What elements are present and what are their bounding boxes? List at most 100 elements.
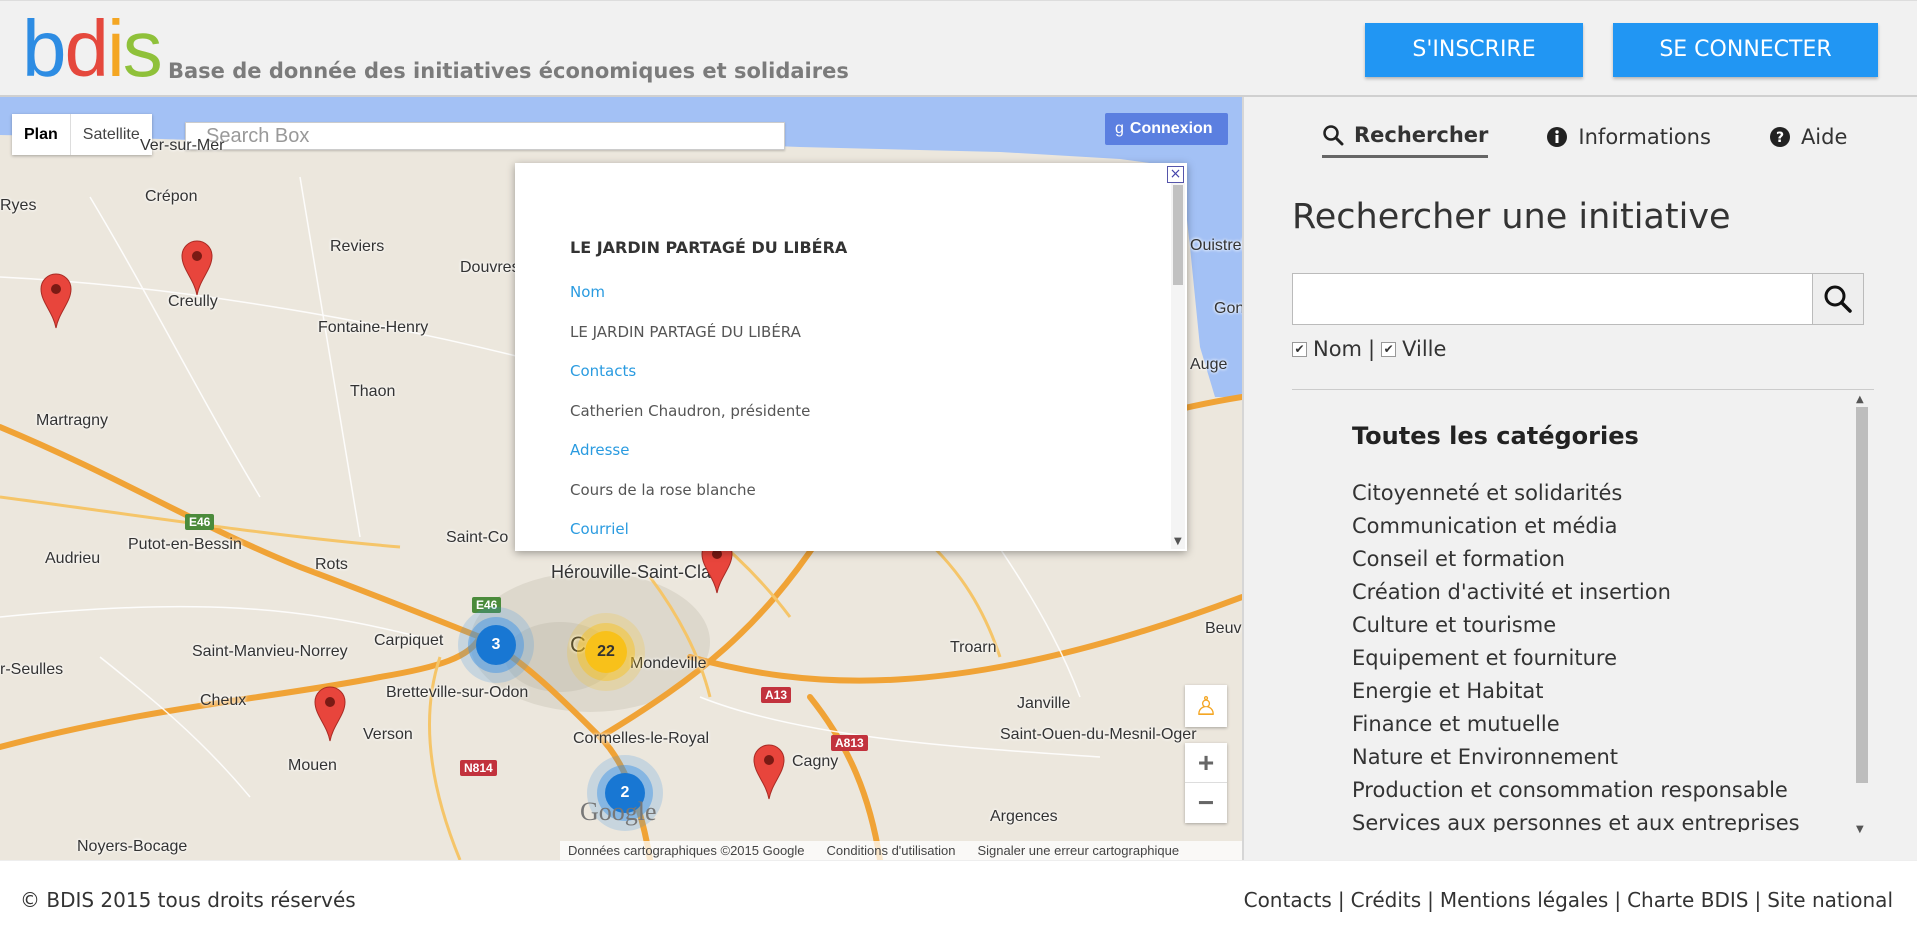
- scroll-thumb[interactable]: [1173, 185, 1183, 285]
- footer-links: Contacts | Crédits | Mentions légales | …: [1244, 888, 1893, 912]
- footer-separator: |: [1337, 888, 1345, 912]
- logo-letter: d: [64, 4, 109, 93]
- category-item[interactable]: Production et consommation responsable: [1352, 774, 1842, 807]
- category-item[interactable]: Création d'activité et insertion: [1352, 576, 1842, 609]
- map-place-label: Argences: [990, 808, 1058, 825]
- map-terms-link[interactable]: Conditions d'utilisation: [827, 841, 956, 860]
- marker-cluster[interactable]: 3: [476, 625, 516, 665]
- google-logo: Google: [580, 797, 657, 826]
- bdis-logo[interactable]: bdis: [22, 9, 163, 89]
- footer-separator: |: [1614, 888, 1622, 912]
- scroll-thumb[interactable]: [1856, 407, 1868, 783]
- tab-informations[interactable]: Informations: [1546, 123, 1711, 158]
- field-label: Nom: [570, 283, 606, 301]
- map-place-label: Audrieu: [45, 550, 101, 567]
- filter-separator: |: [1368, 337, 1376, 361]
- scroll-up-icon[interactable]: ▲: [1856, 394, 1864, 405]
- tab-label: Informations: [1578, 124, 1711, 149]
- map-place-label: Martragny: [36, 412, 109, 429]
- tab-aide[interactable]: ? Aide: [1769, 123, 1847, 158]
- category-list-title[interactable]: Toutes les catégories: [1352, 422, 1842, 450]
- header: bdis Base de donnée des initiatives écon…: [0, 0, 1917, 97]
- category-item[interactable]: Communication et média: [1352, 510, 1842, 543]
- field-value: Cours de la rose blanche: [570, 481, 756, 499]
- checkbox-ville[interactable]: ✔: [1381, 341, 1397, 357]
- map-place-label: Putot-en-Bessin: [128, 536, 242, 553]
- map-marker-icon[interactable]: [180, 239, 214, 297]
- scroll-down-icon[interactable]: ▼: [1174, 536, 1182, 547]
- close-icon[interactable]: ×: [1167, 166, 1184, 183]
- tab-label: Aide: [1800, 124, 1848, 149]
- logo-letter: s: [122, 4, 163, 93]
- tab-rechercher[interactable]: Rechercher: [1322, 123, 1489, 158]
- footer-link-site-national[interactable]: Site national: [1767, 888, 1893, 912]
- footer-link-contacts[interactable]: Contacts: [1244, 888, 1332, 912]
- map-type-plan[interactable]: Plan: [12, 114, 71, 155]
- logo-letter: i: [107, 4, 125, 93]
- login-button[interactable]: SE CONNECTER: [1613, 23, 1878, 77]
- map-place-label: Douvres: [460, 259, 520, 276]
- category-item[interactable]: Services aux personnes et aux entreprise…: [1352, 807, 1842, 832]
- footer: © BDIS 2015 tous droits réservés Contact…: [0, 860, 1917, 938]
- category-item[interactable]: Energie et Habitat: [1352, 675, 1842, 708]
- map-place-label: Ouistreham: [1190, 237, 1242, 254]
- category-item[interactable]: Culture et tourisme: [1352, 609, 1842, 642]
- category-item[interactable]: Conseil et formation: [1352, 543, 1842, 576]
- search-panel: Rechercher Informations ? Aide Recherche…: [1242, 97, 1917, 860]
- footer-link-credits[interactable]: Crédits: [1351, 888, 1422, 912]
- map-place-label: Cheux: [200, 692, 247, 709]
- map-place-label: Saint-Manvieu-Norrey: [192, 643, 348, 660]
- field-value: Catherien Chaudron, présidente: [570, 402, 811, 420]
- map-place-label: Mondeville: [630, 655, 707, 672]
- map-marker-icon[interactable]: [39, 272, 73, 330]
- field-value: LE JARDIN PARTAGÉ DU LIBÉRA: [570, 323, 801, 341]
- category-item[interactable]: Equipement et fourniture: [1352, 642, 1842, 675]
- popup-scrollbar[interactable]: ▼: [1171, 183, 1185, 549]
- map-place-label: Gon: [1214, 300, 1242, 317]
- map-place-label: Rots: [315, 556, 348, 573]
- map-search-box[interactable]: Search Box: [185, 122, 785, 150]
- category-item[interactable]: Nature et Environnement: [1352, 741, 1842, 774]
- map-place-label: Carpiquet: [374, 632, 444, 649]
- google-connexion-button[interactable]: g Connexion: [1105, 113, 1228, 145]
- zoom-control: + −: [1185, 743, 1227, 823]
- popup-content: LE JARDIN PARTAGÉ DU LIBÉRA Nom LE JARDI…: [570, 238, 847, 560]
- search-icon: [1323, 125, 1344, 146]
- map-place-label: Troarn: [950, 639, 997, 656]
- signup-button[interactable]: S'INSCRIRE: [1365, 23, 1583, 77]
- scroll-down-icon[interactable]: ▼: [1856, 824, 1864, 835]
- search-submit-button[interactable]: [1812, 273, 1864, 325]
- map-attribution: Données cartographiques ©2015 Google Con…: [560, 841, 1242, 860]
- field-label: Contacts: [570, 362, 637, 380]
- road-shield: A13: [761, 687, 792, 703]
- map-report-link[interactable]: Signaler une erreur cartographique: [977, 841, 1179, 860]
- zoom-in-button[interactable]: +: [1185, 743, 1227, 783]
- search-filters: ✔ Nom | ✔ Ville: [1292, 337, 1446, 361]
- checkbox-nom[interactable]: ✔: [1292, 341, 1307, 357]
- google-g-icon: g: [1115, 120, 1124, 137]
- help-icon: ?: [1769, 126, 1790, 147]
- copyright: © BDIS 2015 tous droits réservés: [20, 888, 356, 912]
- map-view[interactable]: Plan Satellite Search Box g Connexion Ver…: [0, 97, 1242, 860]
- pegman-icon[interactable]: ♙: [1185, 685, 1227, 727]
- category-list: Toutes les catégories Citoyenneté et sol…: [1352, 422, 1842, 832]
- panel-tabs: Rechercher Informations ? Aide: [1322, 123, 1847, 158]
- map-marker-icon[interactable]: [752, 743, 786, 801]
- map-marker-icon[interactable]: [313, 685, 347, 743]
- category-scrollbar[interactable]: ▲ ▼: [1854, 394, 1868, 835]
- map-place-label: Verson: [363, 726, 413, 743]
- category-item[interactable]: Finance et mutuelle: [1352, 708, 1842, 741]
- map-place-label: r-Seulles: [0, 661, 64, 678]
- checkbox-ville-label: Ville: [1402, 337, 1447, 361]
- zoom-out-button[interactable]: −: [1185, 783, 1227, 823]
- road-shield: A813: [831, 735, 868, 751]
- initiative-search-input[interactable]: [1292, 273, 1813, 325]
- category-item[interactable]: Citoyenneté et solidarités: [1352, 477, 1842, 510]
- field-label: Courriel: [570, 520, 629, 538]
- google-connexion-label: Connexion: [1129, 120, 1213, 137]
- marker-cluster[interactable]: 22: [585, 631, 627, 673]
- map-place-label: Cormelles-le-Royal: [573, 730, 710, 747]
- map-place-label: Saint-Co: [446, 529, 509, 546]
- footer-link-mentions[interactable]: Mentions légales: [1440, 888, 1608, 912]
- footer-link-charte[interactable]: Charte BDIS: [1627, 888, 1748, 912]
